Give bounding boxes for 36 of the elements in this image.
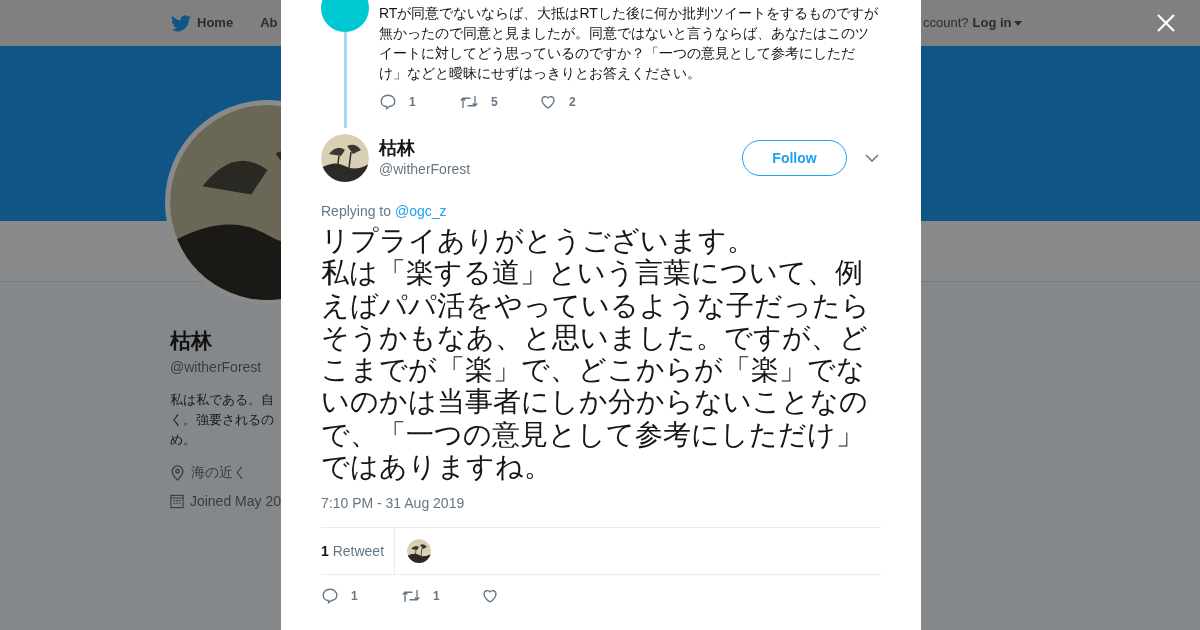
profile-joined: Joined May 20	[189, 492, 281, 511]
action-count: 1	[351, 588, 358, 606]
tweet-text: RTが同意でないならば、大抵はRTした後に何か批判ツイートをするものですが無かったので同意と見ましたが。同意ではないと言うならば、あなたはこのツイートに対してどう思っているのですか？「一つの意見として参考にしただけ」などと曖昧にせずはっきりとお答えください。	[379, 4, 879, 83]
tweet-text: 私は「楽する道」という言葉について、例えばパパ活をやっているような子だったらそうかもなあ、と思いました。ですが、どこまでが「楽」で、どこからが「楽」でないのかは当事者にしか分からないことなので、「一つの意見として参考にしただけ」ではありますね。	[321, 257, 871, 484]
action-count: 1	[433, 588, 440, 606]
login-link[interactable]: Log in	[972, 13, 1022, 33]
mention-link[interactable]: @ogc_z	[395, 201, 447, 222]
user-avatar	[321, 134, 369, 182]
profile-bio-line: 私は私である。自	[170, 391, 275, 409]
calendar-icon	[170, 494, 184, 509]
replying-label: Replying to	[321, 202, 392, 221]
chevron-down-icon[interactable]	[865, 154, 879, 162]
user-handle[interactable]: @witherForest	[379, 158, 742, 180]
reply-icon[interactable]	[379, 93, 397, 111]
action-count: 5	[491, 94, 498, 111]
action-count: 1	[409, 94, 416, 111]
about-link[interactable]: Ab	[260, 13, 278, 33]
retweeter-avatar	[407, 539, 432, 564]
profile-bio-line: め。	[170, 431, 197, 449]
tweet-timestamp: 7:10 PM - 31 Aug 2019	[321, 494, 466, 514]
caret-icon[interactable]	[1013, 20, 1022, 26]
tweet-text: リプライありがとうございます。	[321, 225, 756, 258]
heart-icon[interactable]	[539, 93, 557, 111]
retweet-stat[interactable]: 1 Retweet	[321, 540, 385, 562]
profile-location: 海の近く	[191, 463, 247, 482]
location-pin-icon	[170, 464, 185, 481]
reply-icon[interactable]	[321, 587, 339, 606]
profile-name: 枯林	[170, 328, 213, 354]
close-button[interactable]	[1156, 13, 1176, 33]
profile-handle: @witherForest	[170, 358, 263, 377]
profile-bio-line: く。強要されるの	[170, 411, 275, 429]
account-prompt: ccount?	[923, 14, 969, 33]
user-name[interactable]: 枯林	[379, 136, 742, 159]
action-count: 2	[569, 94, 576, 111]
home-link[interactable]: Home	[197, 13, 234, 33]
retweet-icon[interactable]	[459, 93, 479, 111]
